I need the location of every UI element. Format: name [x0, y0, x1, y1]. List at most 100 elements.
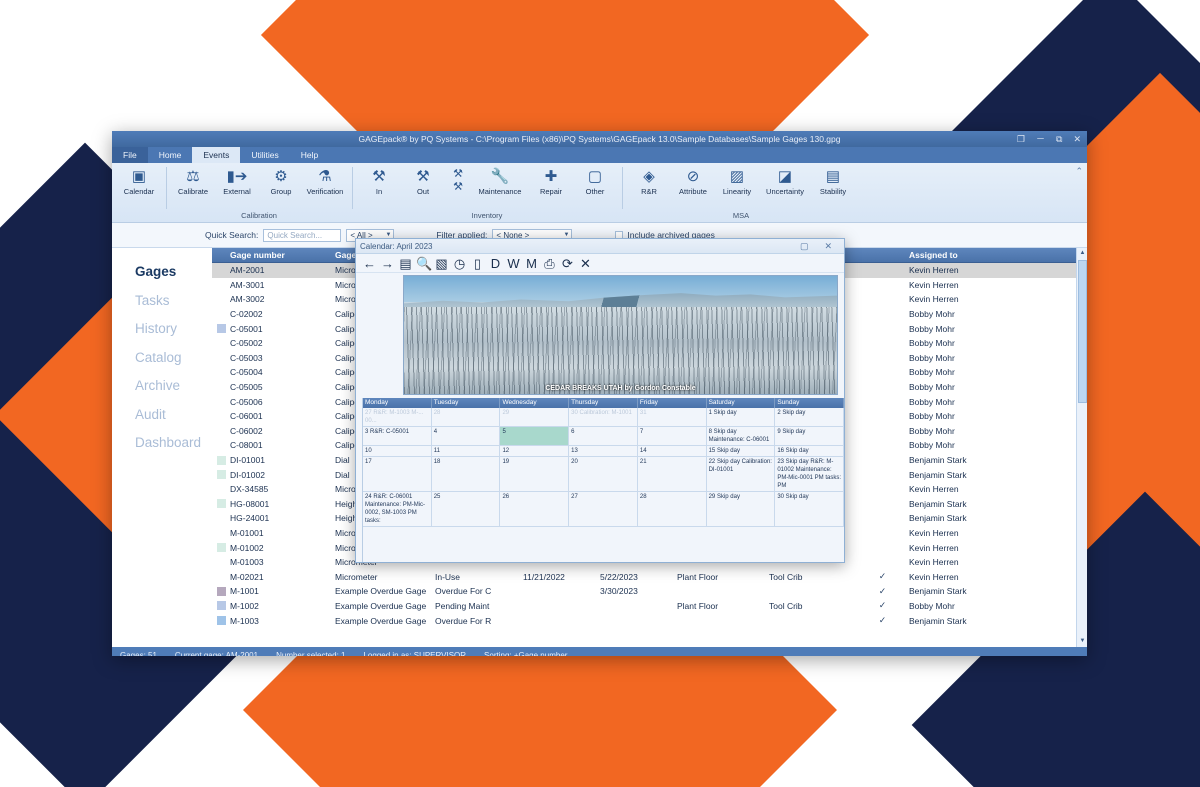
calendar-day-cell[interactable]: 29	[500, 408, 570, 426]
maximize-icon[interactable]: ⧉	[1056, 134, 1062, 144]
calendar-day-cell[interactable]: 30 Calibration: M-1001	[569, 408, 638, 426]
calendar-day-cell[interactable]: 14	[638, 446, 707, 456]
calendar-event[interactable]: 00...	[365, 417, 429, 425]
search-input[interactable]: Quick Search...	[263, 228, 342, 242]
calendar-day-cell[interactable]: 20	[569, 457, 638, 491]
table-row[interactable]: M-02021 Micrometer In-Use 11/21/2022 5/22/20…	[212, 569, 1087, 585]
calendar-day-cell[interactable]: 10	[363, 446, 432, 456]
calendar-day-cell[interactable]: 17	[363, 457, 432, 491]
ribbon-button-uncertainty[interactable]: ◪ Uncertainty	[759, 165, 811, 196]
calendar-event[interactable]: Skip day	[782, 410, 805, 416]
sidebar-item-dashboard[interactable]: Dashboard	[135, 429, 212, 458]
sidebar-item-tasks[interactable]: Tasks	[135, 287, 212, 316]
sidebar-item-history[interactable]: History	[135, 315, 212, 344]
column-header-gage-number[interactable]: Gage number	[226, 250, 331, 260]
ribbon-button-rr[interactable]: ◈ R&R	[627, 165, 671, 196]
calendar-day-cell[interactable]: 6	[569, 427, 638, 445]
week-view-icon[interactable]: W	[506, 256, 521, 271]
calendar-event[interactable]: Skip day	[714, 429, 737, 435]
ribbon-button-external[interactable]: ▮➔ External	[215, 165, 259, 196]
calendar-day-cell[interactable]: 24 R&R: C-06001 Maintenance: PM-Mic-0002…	[363, 492, 432, 526]
calendar-day-cell[interactable]: 8 Skip day Maintenance: C-06001	[707, 427, 776, 445]
calendar-day-cell[interactable]: 18	[432, 457, 501, 491]
find-icon[interactable]: 🔍	[416, 256, 432, 271]
ribbon-button-linearity[interactable]: ▨ Linearity	[715, 165, 759, 196]
ribbon-button-in[interactable]: ⚒ In	[357, 165, 401, 196]
calendar-day-cell[interactable]: 27 R&R: M-1003 M-... 00...	[363, 408, 432, 426]
calendar-event[interactable]: Skip day	[786, 494, 809, 500]
forward-icon[interactable]: →	[380, 256, 395, 271]
calendar-day-cell[interactable]: 7	[638, 427, 707, 445]
calendar-day-cell[interactable]: 21	[638, 457, 707, 491]
calendar-event[interactable]: Skip day	[717, 494, 740, 500]
sidebar-item-archive[interactable]: Archive	[135, 372, 212, 401]
calendar-event[interactable]: Skip day Calibration: DI-01001	[709, 459, 772, 473]
menu-item-file[interactable]: File	[112, 147, 148, 163]
calendar-day-cell[interactable]: 29 Skip day	[707, 492, 776, 526]
calendar-day-cell[interactable]: 15 Skip day	[707, 446, 776, 456]
filter-icon[interactable]: ▧	[434, 256, 449, 271]
refresh-icon[interactable]: ⟳	[560, 256, 575, 271]
minimize-icon[interactable]: －	[1036, 134, 1045, 144]
ribbon-button-out[interactable]: ⚒ Out	[401, 165, 445, 196]
tools-icon[interactable]: ✕	[578, 256, 593, 271]
calendar-day-cell[interactable]: 22 Skip day Calibration: DI-01001	[707, 457, 776, 491]
calendar-day-cell[interactable]: 4	[432, 427, 501, 445]
calendar-event[interactable]: R&R: C-06001 Maintenance: PM-Mic-0002, S…	[365, 494, 425, 524]
sidebar-item-gages[interactable]: Gages	[135, 258, 212, 287]
month-view-icon[interactable]: M	[524, 256, 539, 271]
clock-icon[interactable]: ◷	[452, 256, 467, 271]
calendar-day-cell[interactable]: 12	[500, 446, 570, 456]
scroll-down-icon[interactable]: ▼	[1077, 636, 1087, 647]
menu-item-utilities[interactable]: Utilities	[240, 147, 289, 163]
column-icon[interactable]: ▯	[470, 256, 485, 271]
calendar-close-icon[interactable]: ✕	[824, 241, 832, 252]
sidebar-item-catalog[interactable]: Catalog	[135, 344, 212, 373]
ribbon-button-verification[interactable]: ⚗ Verification	[303, 165, 347, 196]
ribbon-button-calendar[interactable]: ▣ Calendar	[117, 165, 161, 196]
calendar-event[interactable]: Skip day	[782, 429, 805, 435]
calendar-event[interactable]: Skip day	[717, 448, 740, 454]
column-header-assigned-to[interactable]: Assigned to	[905, 250, 1087, 260]
table-row[interactable]: M-1001 Example Overdue Gage Overdue For C 3…	[212, 584, 1087, 599]
calendar-day-cell[interactable]: 13	[569, 446, 638, 456]
ribbon-button-repair[interactable]: ✚ Repair	[529, 165, 573, 196]
ribbon-button-maintenance[interactable]: 🔧 Maintenance	[471, 165, 529, 196]
menu-item-home[interactable]: Home	[148, 147, 193, 163]
calendar-event[interactable]: Calibration: M-1001	[580, 410, 632, 416]
gage-grid-scrollbar[interactable]: ▲ ▼	[1076, 248, 1087, 647]
ribbon-button-attribute[interactable]: ⊘ Attribute	[671, 165, 715, 196]
calendar-event[interactable]: Skip day R&R: M-01002 Maintenance: PM-Mi…	[777, 459, 841, 489]
table-row[interactable]: M-1003 Example Overdue Gage Overdue For R ✓…	[212, 613, 1087, 628]
menu-item-events[interactable]: Events	[192, 147, 241, 163]
ribbon-button-calibrate[interactable]: ⚖ Calibrate	[171, 165, 215, 196]
calendar-day-cell[interactable]: 11	[432, 446, 501, 456]
table-row[interactable]: M-1002 Example Overdue Gage Pending Maint P…	[212, 598, 1087, 614]
scroll-thumb[interactable]	[1078, 260, 1087, 403]
calendar-day-cell[interactable]: 26	[500, 492, 570, 526]
calendar-maximize-icon[interactable]: ▢	[800, 241, 809, 252]
print-icon[interactable]: ⎙	[542, 256, 557, 271]
sidebar-item-audit[interactable]: Audit	[135, 401, 212, 430]
calendar-day-cell[interactable]: 28	[638, 492, 707, 526]
ribbon-stack-inventory[interactable]: ⚒ ⚒	[445, 165, 471, 194]
calendar-day-cell[interactable]: 30 Skip day	[775, 492, 844, 526]
calendar-day-cell[interactable]: 3 R&R: C-05001	[363, 427, 432, 445]
restore-icon[interactable]: ❐	[1017, 134, 1025, 144]
calendar-day-cell[interactable]: 19	[500, 457, 570, 491]
calendar-day-cell[interactable]: 16 Skip day	[775, 446, 844, 456]
menu-item-help[interactable]: Help	[290, 147, 329, 163]
calendar-day-cell[interactable]: 5	[500, 427, 570, 445]
calendar-day-cell[interactable]: 9 Skip day	[775, 427, 844, 445]
calendar-event[interactable]: R&R: C-05001	[370, 429, 409, 435]
calendar-day-cell[interactable]: 23 Skip day R&R: M-01002 Maintenance: PM…	[775, 457, 844, 491]
back-icon[interactable]: ←	[362, 256, 377, 271]
calendar-event[interactable]: Maintenance: C-06001	[709, 436, 773, 444]
calendar-day-cell[interactable]: 28	[432, 408, 501, 426]
calendar-day-cell[interactable]: 27	[569, 492, 638, 526]
calendar-day-cell[interactable]: 1 Skip day	[707, 408, 776, 426]
ribbon-button-other[interactable]: ▢ Other	[573, 165, 617, 196]
list-icon[interactable]: ▤	[398, 256, 413, 271]
calendar-event[interactable]: Skip day	[786, 448, 809, 454]
calendar-day-cell[interactable]: 31	[638, 408, 707, 426]
